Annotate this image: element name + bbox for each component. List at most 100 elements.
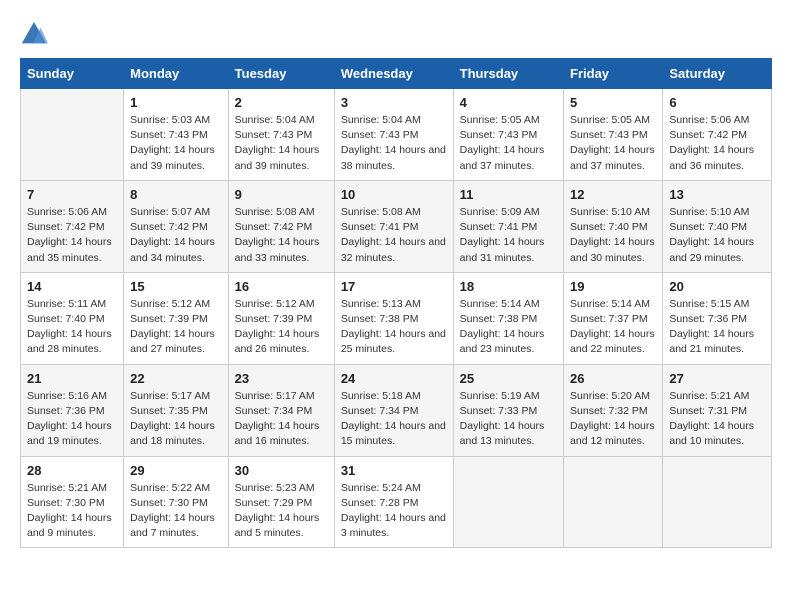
day-number: 16: [235, 279, 328, 294]
day-cell: 31Sunrise: 5:24 AMSunset: 7:28 PMDayligh…: [334, 456, 453, 548]
day-info: Sunrise: 5:10 AMSunset: 7:40 PMDaylight:…: [570, 205, 656, 266]
day-cell: 4Sunrise: 5:05 AMSunset: 7:43 PMDaylight…: [453, 89, 563, 181]
day-cell: 27 Sunrise: 5:21 AMSunset: 7:31 PMDayligh…: [663, 364, 772, 456]
column-header-monday: Monday: [124, 59, 229, 89]
day-cell: 20 Sunrise: 5:15 AMSunset: 7:36 PMDayligh…: [663, 272, 772, 364]
day-cell: 23 Sunrise: 5:17 AMSunset: 7:34 PMDayligh…: [228, 364, 334, 456]
day-cell: [21, 89, 124, 181]
day-number: 20: [669, 279, 765, 294]
day-info: Sunrise: 5:08 AMSunset: 7:41 PMDaylight:…: [341, 205, 447, 266]
day-info: Sunrise: 5:10 AMSunset: 7:40 PMDaylight:…: [669, 205, 765, 266]
day-number: 26: [570, 371, 656, 386]
day-cell: 29 Sunrise: 5:22 AMSunset: 7:30 PMDayligh…: [124, 456, 229, 548]
day-info: Sunrise: 5:21 AMSunset: 7:31 PMDaylight:…: [669, 389, 765, 450]
day-info: Sunrise: 5:06 AMSunset: 7:42 PMDaylight:…: [669, 113, 765, 174]
day-info: Sunrise: 5:14 AMSunset: 7:38 PMDaylight:…: [460, 297, 557, 358]
calendar-table: SundayMondayTuesdayWednesdayThursdayFrid…: [20, 58, 772, 548]
column-header-friday: Friday: [564, 59, 663, 89]
day-number: 12: [570, 187, 656, 202]
day-cell: 26 Sunrise: 5:20 AMSunset: 7:32 PMDayligh…: [564, 364, 663, 456]
day-cell: [564, 456, 663, 548]
day-number: 5: [570, 95, 656, 110]
day-cell: 14 Sunrise: 5:11 AMSunset: 7:40 PMDayligh…: [21, 272, 124, 364]
day-number: 6: [669, 95, 765, 110]
column-header-wednesday: Wednesday: [334, 59, 453, 89]
day-info: Sunrise: 5:05 AMSunset: 7:43 PMDaylight:…: [570, 113, 656, 174]
day-cell: 2 Sunrise: 5:04 AMSunset: 7:43 PMDaylight…: [228, 89, 334, 181]
day-cell: 25 Sunrise: 5:19 AMSunset: 7:33 PMDayligh…: [453, 364, 563, 456]
column-header-tuesday: Tuesday: [228, 59, 334, 89]
day-number: 19: [570, 279, 656, 294]
day-info: Sunrise: 5:06 AMSunset: 7:42 PMDaylight:…: [27, 205, 117, 266]
day-number: 15: [130, 279, 222, 294]
column-header-sunday: Sunday: [21, 59, 124, 89]
day-info: Sunrise: 5:20 AMSunset: 7:32 PMDaylight:…: [570, 389, 656, 450]
day-cell: 24Sunrise: 5:18 AMSunset: 7:34 PMDayligh…: [334, 364, 453, 456]
day-info: Sunrise: 5:07 AMSunset: 7:42 PMDaylight:…: [130, 205, 222, 266]
day-info: Sunrise: 5:24 AMSunset: 7:28 PMDaylight:…: [341, 481, 447, 542]
day-cell: 9 Sunrise: 5:08 AMSunset: 7:42 PMDaylight…: [228, 180, 334, 272]
page-header: [20, 20, 772, 48]
day-info: Sunrise: 5:17 AMSunset: 7:35 PMDaylight:…: [130, 389, 222, 450]
day-number: 30: [235, 463, 328, 478]
week-row-4: 21 Sunrise: 5:16 AMSunset: 7:36 PMDayligh…: [21, 364, 772, 456]
day-info: Sunrise: 5:22 AMSunset: 7:30 PMDaylight:…: [130, 481, 222, 542]
day-number: 23: [235, 371, 328, 386]
day-info: Sunrise: 5:13 AMSunset: 7:38 PMDaylight:…: [341, 297, 447, 358]
day-number: 21: [27, 371, 117, 386]
day-cell: 1 Sunrise: 5:03 AMSunset: 7:43 PMDaylight…: [124, 89, 229, 181]
day-cell: 18 Sunrise: 5:14 AMSunset: 7:38 PMDayligh…: [453, 272, 563, 364]
day-info: Sunrise: 5:09 AMSunset: 7:41 PMDaylight:…: [460, 205, 557, 266]
day-number: 9: [235, 187, 328, 202]
day-info: Sunrise: 5:11 AMSunset: 7:40 PMDaylight:…: [27, 297, 117, 358]
day-info: Sunrise: 5:08 AMSunset: 7:42 PMDaylight:…: [235, 205, 328, 266]
day-cell: 28Sunrise: 5:21 AMSunset: 7:30 PMDayligh…: [21, 456, 124, 548]
day-number: 10: [341, 187, 447, 202]
day-number: 22: [130, 371, 222, 386]
week-row-2: 7 Sunrise: 5:06 AMSunset: 7:42 PMDaylight…: [21, 180, 772, 272]
day-info: Sunrise: 5:04 AMSunset: 7:43 PMDaylight:…: [235, 113, 328, 174]
day-cell: 17Sunrise: 5:13 AMSunset: 7:38 PMDayligh…: [334, 272, 453, 364]
day-number: 29: [130, 463, 222, 478]
week-row-3: 14 Sunrise: 5:11 AMSunset: 7:40 PMDayligh…: [21, 272, 772, 364]
day-info: Sunrise: 5:15 AMSunset: 7:36 PMDaylight:…: [669, 297, 765, 358]
day-info: Sunrise: 5:16 AMSunset: 7:36 PMDaylight:…: [27, 389, 117, 450]
day-info: Sunrise: 5:19 AMSunset: 7:33 PMDaylight:…: [460, 389, 557, 450]
day-number: 13: [669, 187, 765, 202]
day-cell: [663, 456, 772, 548]
day-info: Sunrise: 5:21 AMSunset: 7:30 PMDaylight:…: [27, 481, 117, 542]
day-cell: 3 Sunrise: 5:04 AMSunset: 7:43 PMDaylight…: [334, 89, 453, 181]
day-info: Sunrise: 5:18 AMSunset: 7:34 PMDaylight:…: [341, 389, 447, 450]
day-number: 2: [235, 95, 328, 110]
header-row: SundayMondayTuesdayWednesdayThursdayFrid…: [21, 59, 772, 89]
day-info: Sunrise: 5:23 AMSunset: 7:29 PMDaylight:…: [235, 481, 328, 542]
day-cell: 12 Sunrise: 5:10 AMSunset: 7:40 PMDayligh…: [564, 180, 663, 272]
day-cell: 6 Sunrise: 5:06 AMSunset: 7:42 PMDaylight…: [663, 89, 772, 181]
day-cell: 16 Sunrise: 5:12 AMSunset: 7:39 PMDayligh…: [228, 272, 334, 364]
day-number: 18: [460, 279, 557, 294]
week-row-5: 28Sunrise: 5:21 AMSunset: 7:30 PMDayligh…: [21, 456, 772, 548]
day-number: 7: [27, 187, 117, 202]
logo-icon: [20, 20, 48, 48]
day-info: Sunrise: 5:03 AMSunset: 7:43 PMDaylight:…: [130, 113, 222, 174]
day-cell: 15Sunrise: 5:12 AMSunset: 7:39 PMDayligh…: [124, 272, 229, 364]
day-info: Sunrise: 5:04 AMSunset: 7:43 PMDaylight:…: [341, 113, 447, 174]
day-number: 1: [130, 95, 222, 110]
day-cell: 19Sunrise: 5:14 AMSunset: 7:37 PMDayligh…: [564, 272, 663, 364]
day-cell: 10 Sunrise: 5:08 AMSunset: 7:41 PMDayligh…: [334, 180, 453, 272]
day-cell: 8 Sunrise: 5:07 AMSunset: 7:42 PMDaylight…: [124, 180, 229, 272]
day-cell: 11 Sunrise: 5:09 AMSunset: 7:41 PMDayligh…: [453, 180, 563, 272]
day-info: Sunrise: 5:17 AMSunset: 7:34 PMDaylight:…: [235, 389, 328, 450]
day-number: 11: [460, 187, 557, 202]
day-cell: 30 Sunrise: 5:23 AMSunset: 7:29 PMDayligh…: [228, 456, 334, 548]
day-number: 3: [341, 95, 447, 110]
day-info: Sunrise: 5:05 AMSunset: 7:43 PMDaylight:…: [460, 113, 557, 174]
day-number: 27: [669, 371, 765, 386]
day-number: 14: [27, 279, 117, 294]
logo: [20, 20, 52, 48]
day-info: Sunrise: 5:12 AMSunset: 7:39 PMDaylight:…: [235, 297, 328, 358]
day-number: 25: [460, 371, 557, 386]
day-cell: 21 Sunrise: 5:16 AMSunset: 7:36 PMDayligh…: [21, 364, 124, 456]
day-cell: 22 Sunrise: 5:17 AMSunset: 7:35 PMDayligh…: [124, 364, 229, 456]
day-number: 8: [130, 187, 222, 202]
